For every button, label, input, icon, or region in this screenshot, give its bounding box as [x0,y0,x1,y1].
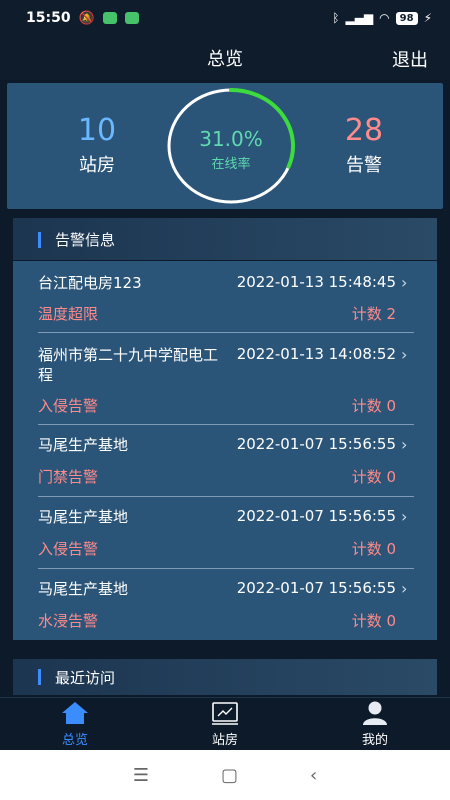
bottom-tab-bar: 总览 站房 我的 [0,697,450,750]
station-icon [212,702,238,725]
tab-mine-label: 我的 [361,733,388,748]
alert-type: 入侵告警 [38,540,99,558]
chevron-right-icon: › [401,507,408,526]
recent-section-title: 最近访问 [55,668,116,687]
alert-station-name: 台江配电房123 [38,274,142,292]
alerts-section-title: 告警信息 [55,230,116,249]
online-rate-value: 31.0% [199,127,263,151]
system-nav-bar: ☰ ▢ ‹ [0,750,450,800]
alert-item[interactable]: 马尾生产基地 2022-01-07 15:56:55 › 门禁告警 计数 0 [13,425,437,497]
alarms-stat[interactable]: 28 告警 [314,113,414,177]
page-title: 总览 [207,49,243,70]
alarms-count: 28 [344,113,384,148]
stations-label: 站房 [79,155,115,176]
chevron-right-icon: › [401,273,408,292]
tab-overview[interactable]: 总览 [0,698,150,750]
stations-stat[interactable]: 10 站房 [47,113,147,177]
alert-time: 2022-01-07 15:56:55 [236,507,396,525]
alert-type: 入侵告警 [38,397,99,415]
charging-icon: ⚡ [423,11,432,25]
chevron-right-icon: › [401,435,408,454]
stations-count: 10 [77,113,117,148]
chevron-right-icon: › [401,579,408,598]
status-right: ᛒ ▂▄▆ ◠ 98 ⚡ [332,11,432,25]
mute-bell-icon: 🔕 [78,10,95,26]
alert-time: 2022-01-07 15:56:55 [236,435,396,453]
alert-count: 计数 0 [351,612,396,630]
alert-item[interactable]: 福州市第二十九中学配电工程 2022-01-13 14:08:52 › 入侵告警… [13,333,437,425]
alert-list: 台江配电房123 2022-01-13 15:48:45 › 温度超限 计数 2… [13,261,437,640]
status-left: 15:50 🔕 [26,10,139,26]
alert-count: 计数 0 [351,468,396,486]
alerts-section-header: 告警信息 [13,218,437,260]
alert-type: 门禁告警 [38,468,99,486]
alert-station-name: 马尾生产基地 [38,436,129,454]
wifi-icon: ◠ [379,11,390,25]
online-rate-label: 在线率 [211,157,251,172]
logout-button[interactable]: 退出 [392,46,428,72]
clock: 15:50 [26,10,71,26]
status-bar: 15:50 🔕 ᛒ ▂▄▆ ◠ 98 ⚡ [0,0,450,36]
alert-station-name: 马尾生产基地 [38,508,129,526]
tab-overview-label: 总览 [61,733,88,748]
battery-indicator: 98 [395,11,418,25]
alert-count: 计数 0 [351,540,396,558]
alert-count: 计数 0 [351,397,396,415]
chevron-right-icon: › [401,345,408,364]
bluetooth-icon: ᛒ [332,11,340,25]
alert-item[interactable]: 台江配电房123 2022-01-13 15:48:45 › 温度超限 计数 2 [13,261,437,333]
tab-stations[interactable]: 站房 [150,698,300,750]
alert-station-name: 马尾生产基地 [38,580,129,598]
alert-station-name: 福州市第二十九中学配电工程 [38,346,219,384]
home-square-icon[interactable]: ▢ [221,765,238,786]
recent-section-header: 最近访问 [13,659,437,695]
alert-type: 温度超限 [38,305,99,323]
alert-count: 计数 2 [351,305,396,323]
alert-time: 2022-01-07 15:56:55 [236,579,396,597]
alarms-label: 告警 [346,155,382,176]
alert-time: 2022-01-13 15:48:45 [236,273,396,291]
alert-time: 2022-01-13 14:08:52 [236,345,396,363]
app-notification-icon-2 [124,12,139,24]
app-header: 总览 退出 [0,36,450,80]
summary-panel: 10 站房 31.0% 在线率 28 告警 [7,83,443,209]
back-icon[interactable]: ‹ [310,765,317,786]
home-icon [62,702,88,724]
signal-icon: ▂▄▆ [345,11,374,25]
tab-stations-label: 站房 [211,733,238,748]
alert-item[interactable]: 马尾生产基地 2022-01-07 15:56:55 › 水浸告警 计数 0 [13,569,437,640]
alert-item[interactable]: 马尾生产基地 2022-01-07 15:56:55 › 入侵告警 计数 0 [13,497,437,569]
online-rate-text: 31.0% 在线率 [164,127,298,172]
alert-type: 水浸告警 [38,612,99,630]
app-notification-icon [102,12,117,24]
user-icon [363,701,387,725]
menu-icon[interactable]: ☰ [133,765,149,786]
tab-mine[interactable]: 我的 [300,698,450,750]
